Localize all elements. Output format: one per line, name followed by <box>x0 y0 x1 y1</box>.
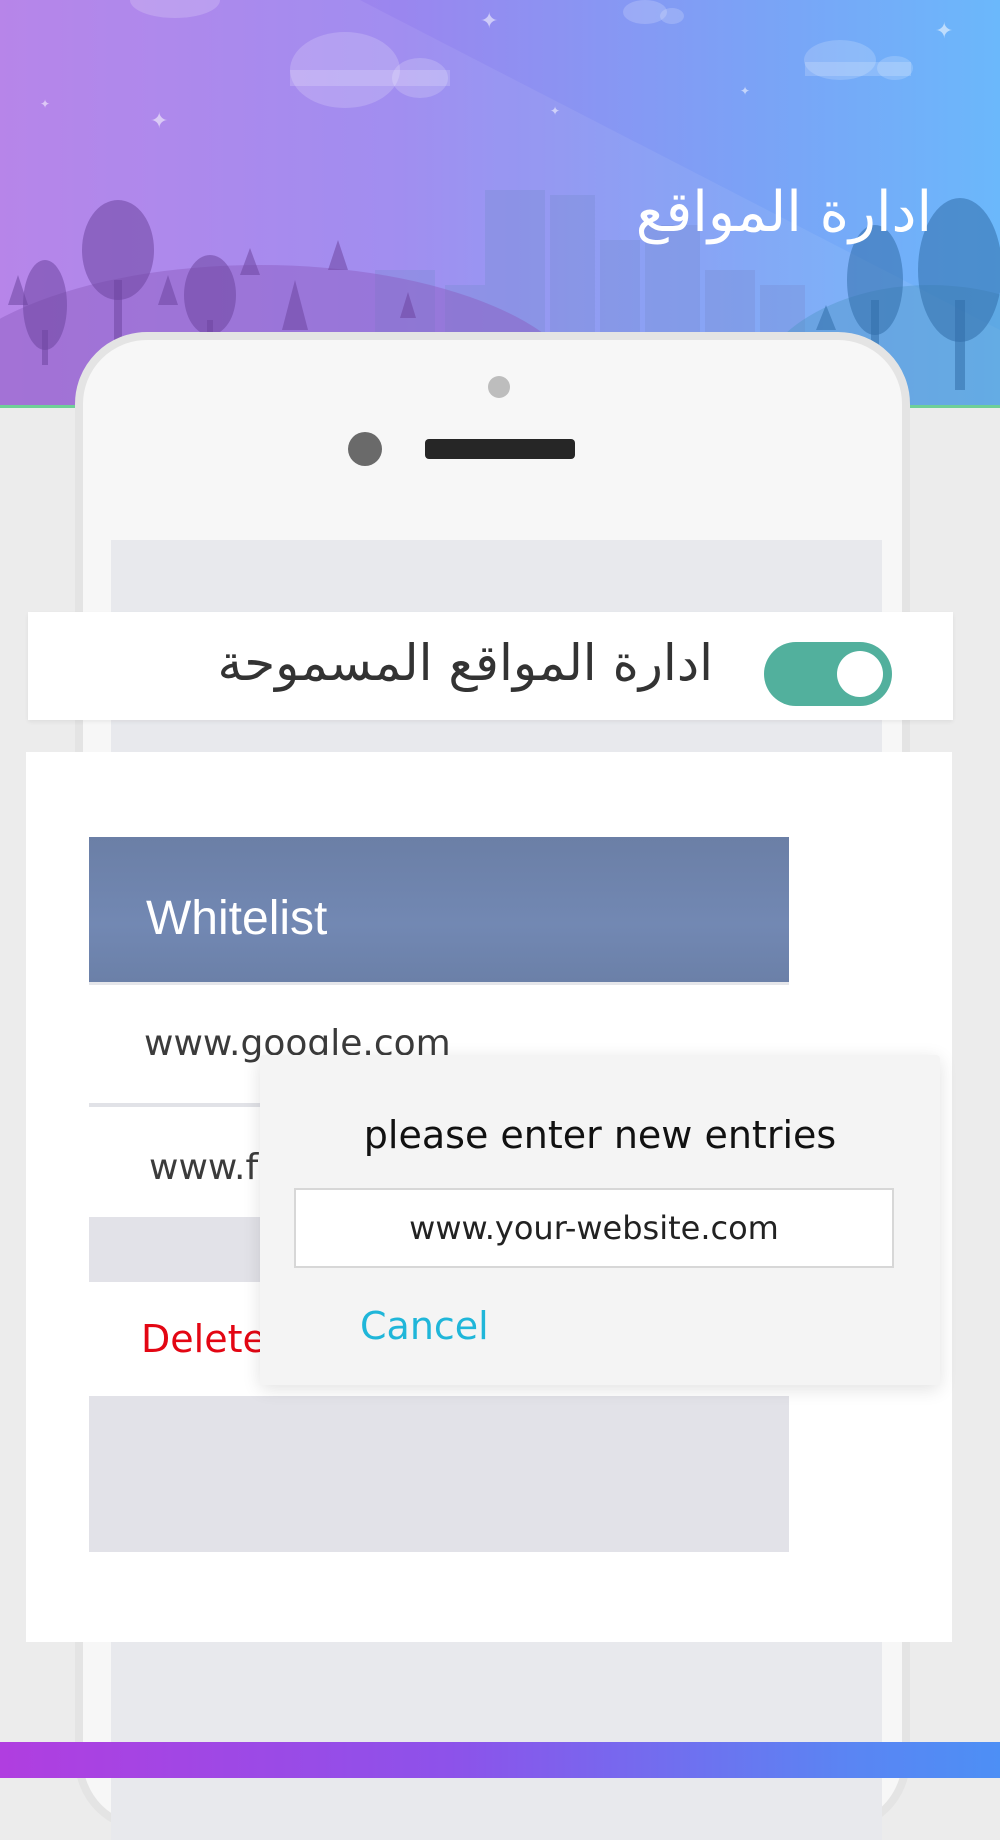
svg-text:✦: ✦ <box>480 9 498 34</box>
list-footer-area <box>89 1396 789 1552</box>
page-title: ادارة المواقع <box>635 180 932 245</box>
whitelist-toggle-row: ادارة المواقع المسموحة <box>28 612 953 720</box>
svg-text:✦: ✦ <box>550 104 560 118</box>
whitelist-entry-text: www.f <box>149 1147 259 1188</box>
whitelist-toggle-switch[interactable] <box>764 642 892 706</box>
phone-camera <box>348 432 382 466</box>
phone-sensor <box>488 376 510 398</box>
bottom-gradient-bar <box>0 1742 1000 1778</box>
toggle-knob <box>837 651 883 697</box>
toggle-label: ادارة المواقع المسموحة <box>217 634 713 692</box>
svg-text:✦: ✦ <box>935 19 953 44</box>
whitelist-title: Whitelist <box>146 892 328 945</box>
dialog-title: please enter new entries <box>363 1113 837 1157</box>
svg-text:✦: ✦ <box>150 109 168 134</box>
website-input[interactable] <box>294 1188 894 1268</box>
phone-speaker <box>425 439 575 459</box>
add-entry-dialog: please enter new entries Cancel <box>260 1055 940 1385</box>
delete-button[interactable]: Delete <box>141 1317 266 1361</box>
svg-text:✦: ✦ <box>40 97 50 111</box>
svg-text:✦: ✦ <box>740 84 750 98</box>
cancel-button[interactable]: Cancel <box>360 1304 489 1348</box>
whitelist-header: Whitelist <box>89 837 789 982</box>
